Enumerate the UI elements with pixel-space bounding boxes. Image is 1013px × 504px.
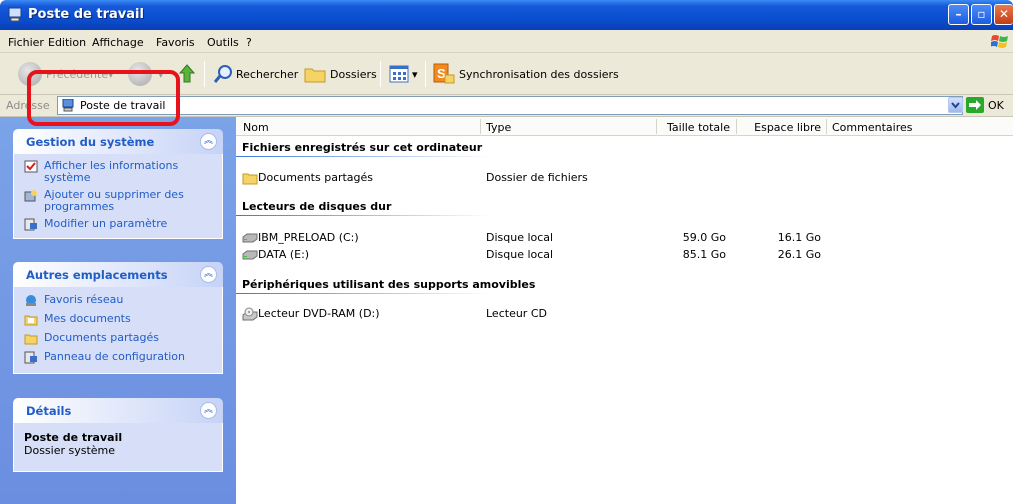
list-item[interactable]: Lecteur DVD-RAM (D:) Lecteur CD	[236, 306, 1013, 322]
title-bar: Poste de travail – ▫ ✕	[0, 0, 1013, 30]
menu-affichage[interactable]: Affichage	[92, 36, 144, 49]
folder-icon	[242, 173, 258, 185]
search-icon[interactable]	[214, 64, 234, 84]
menu-outils[interactable]: Outils	[207, 36, 239, 49]
group-divider	[236, 293, 491, 294]
file-list: Nom Type Taille totale Espace libre Comm…	[236, 117, 1013, 504]
menu-edition[interactable]: Edition	[48, 36, 86, 49]
folder-icon	[24, 334, 38, 345]
go-label[interactable]: OK	[988, 99, 1004, 112]
group-header: Lecteurs de disques dur	[242, 200, 392, 213]
item-name: IBM_PRELOAD (C:)	[258, 231, 359, 244]
other-places-panel: Autres emplacements ︽ Favoris réseau Mes…	[13, 262, 223, 374]
search-button[interactable]: Rechercher	[236, 68, 298, 81]
column-divider[interactable]	[656, 119, 657, 134]
folders-button[interactable]: Dossiers	[330, 68, 377, 81]
minimize-button[interactable]: –	[948, 4, 969, 25]
item-name: Lecteur DVD-RAM (D:)	[258, 307, 380, 320]
details-panel: Détails ︽ Poste de travail Dossier systè…	[13, 398, 223, 472]
address-dropdown-button[interactable]	[948, 97, 963, 113]
panel-header[interactable]: Détails ︽	[13, 398, 223, 423]
control-panel-icon	[24, 351, 37, 364]
panel-title: Gestion du système	[26, 135, 155, 149]
item-type: Dossier de fichiers	[486, 171, 588, 184]
group-divider	[236, 215, 491, 216]
menu-favoris[interactable]: Favoris	[156, 36, 195, 49]
item-type: Lecteur CD	[486, 307, 547, 320]
menu-help[interactable]: ?	[246, 36, 252, 49]
sync-icon[interactable]: S	[433, 63, 455, 85]
go-button[interactable]	[966, 97, 984, 113]
column-header: Nom Type Taille totale Espace libre Comm…	[236, 117, 1013, 136]
column-divider[interactable]	[480, 119, 481, 134]
column-comments[interactable]: Commentaires	[832, 121, 912, 134]
details-name: Poste de travail	[24, 431, 123, 444]
column-free-space[interactable]: Espace libre	[742, 121, 821, 134]
system-info-icon	[24, 160, 38, 173]
network-icon	[26, 295, 36, 306]
task-add-remove-programs[interactable]: Ajouter ou supprimer des programmes	[24, 189, 216, 213]
column-total-size[interactable]: Taille totale	[664, 121, 730, 134]
hard-drive-icon	[242, 250, 258, 260]
add-remove-programs-icon	[24, 190, 37, 202]
group-header: Fichiers enregistrés sur cet ordinateur	[242, 141, 483, 154]
maximize-button[interactable]: ▫	[971, 4, 992, 25]
place-control-panel[interactable]: Panneau de configuration	[24, 351, 216, 364]
go-arrow-icon	[969, 100, 981, 110]
collapse-icon[interactable]: ︽	[200, 266, 217, 283]
item-free-space: 26.1 Go	[777, 248, 821, 261]
address-input[interactable]: Poste de travail	[57, 96, 963, 115]
task-pane: Gestion du système ︽ Afficher les inform…	[0, 117, 236, 504]
column-divider[interactable]	[736, 119, 737, 134]
group-header: Périphériques utilisant des supports amo…	[242, 278, 536, 291]
views-icon[interactable]	[389, 64, 409, 84]
computer-icon	[8, 7, 22, 22]
hard-drive-icon	[242, 233, 258, 243]
toolbar-separator	[380, 61, 381, 87]
column-type[interactable]: Type	[486, 121, 511, 134]
menu-bar: Fichier Edition Affichage Favoris Outils…	[0, 30, 1013, 53]
details-type: Dossier système	[24, 444, 116, 457]
item-free-space: 16.1 Go	[777, 231, 821, 244]
place-my-documents[interactable]: Mes documents	[24, 313, 216, 326]
item-total-size: 59.0 Go	[682, 231, 726, 244]
system-tasks-panel: Gestion du système ︽ Afficher les inform…	[13, 129, 223, 239]
menu-fichier[interactable]: Fichier	[8, 36, 44, 49]
group-divider	[236, 156, 491, 157]
item-total-size: 85.1 Go	[682, 248, 726, 261]
window-title: Poste de travail	[28, 7, 144, 22]
list-item[interactable]: IBM_PRELOAD (C:) Disque local 59.0 Go 16…	[236, 230, 1013, 246]
toolbar-separator	[425, 61, 426, 87]
chevron-down-icon	[951, 102, 960, 109]
views-dropdown-icon[interactable]: ▾	[412, 68, 418, 81]
item-name: Documents partagés	[258, 171, 373, 184]
collapse-icon[interactable]: ︽	[200, 133, 217, 150]
control-panel-icon	[24, 218, 37, 231]
folders-icon[interactable]	[304, 65, 326, 83]
place-network[interactable]: Favoris réseau	[24, 294, 216, 306]
item-type: Disque local	[486, 231, 554, 244]
place-shared-documents[interactable]: Documents partagés	[24, 332, 216, 345]
panel-header[interactable]: Autres emplacements ︽	[13, 262, 223, 287]
list-item[interactable]: DATA (E:) Disque local 85.1 Go 26.1 Go	[236, 247, 1013, 263]
close-button[interactable]: ✕	[994, 4, 1013, 25]
sync-button[interactable]: Synchronisation des dossiers	[459, 68, 619, 81]
column-name[interactable]: Nom	[243, 121, 269, 134]
collapse-icon[interactable]: ︽	[200, 402, 217, 419]
windows-logo-icon	[991, 35, 1008, 48]
highlight-box	[27, 70, 180, 126]
item-type: Disque local	[486, 248, 554, 261]
item-name: DATA (E:)	[258, 248, 310, 261]
list-item[interactable]: Documents partagés Dossier de fichiers	[236, 170, 1013, 186]
panel-title: Détails	[26, 404, 72, 418]
column-divider[interactable]	[826, 119, 827, 134]
up-folder-icon[interactable]	[178, 64, 196, 84]
documents-folder-icon	[24, 315, 38, 326]
panel-title: Autres emplacements	[26, 268, 168, 282]
panel-header[interactable]: Gestion du système ︽	[13, 129, 223, 154]
toolbar-separator	[204, 61, 205, 87]
dvd-drive-icon	[242, 307, 258, 321]
task-modify-setting[interactable]: Modifier un paramètre	[24, 218, 216, 231]
task-system-info[interactable]: Afficher les informations système	[24, 160, 216, 184]
